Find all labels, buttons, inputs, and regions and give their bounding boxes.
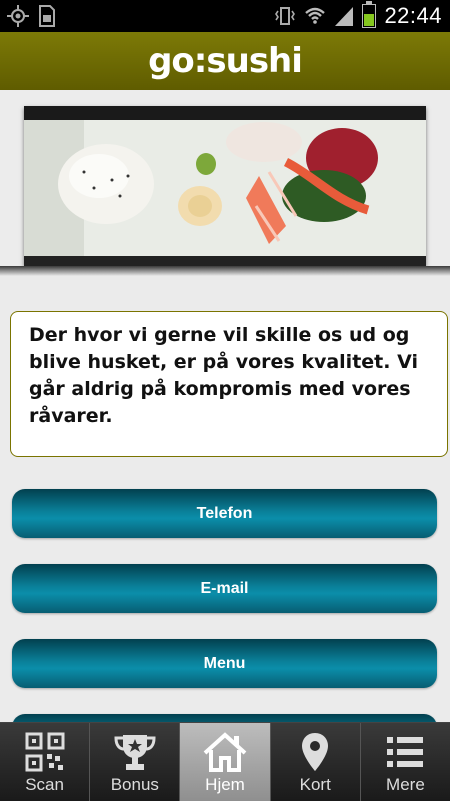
battery-icon <box>362 1 377 28</box>
hero-image <box>24 106 426 266</box>
hero-divider <box>0 266 450 276</box>
status-right: 22:44 <box>274 1 442 29</box>
status-time: 22:44 <box>384 3 442 28</box>
tab-label: Mere <box>386 775 425 794</box>
signal-icon <box>335 7 354 26</box>
tab-bar: Scan Bonus Hjem Kort Mere <box>0 722 450 801</box>
sim-icon <box>39 5 55 27</box>
menu-button[interactable]: Menu <box>12 639 437 688</box>
sushi-plate-illustration <box>24 106 426 266</box>
app-header: go:sushi <box>0 32 450 90</box>
wifi-icon <box>305 7 326 24</box>
telefon-button[interactable]: Telefon <box>12 489 437 538</box>
status-bar: 22:44 <box>0 0 450 32</box>
info-text: Der hvor vi gerne vil skille os ud og bl… <box>29 324 418 427</box>
map-pin-icon <box>299 731 331 773</box>
tab-hjem[interactable]: Hjem <box>180 723 271 801</box>
tab-scan[interactable]: Scan <box>0 723 91 801</box>
email-button[interactable]: E-mail <box>12 564 437 613</box>
vibrate-icon <box>275 7 296 25</box>
tab-label: Scan <box>25 775 64 794</box>
info-box: Der hvor vi gerne vil skille os ud og bl… <box>10 311 448 457</box>
list-icon <box>385 731 425 773</box>
trophy-icon <box>113 731 157 773</box>
gps-icon <box>7 5 29 27</box>
tab-kort[interactable]: Kort <box>270 723 361 801</box>
tab-label: Kort <box>299 775 331 794</box>
tab-label: Hjem <box>205 775 245 794</box>
tab-mere[interactable]: Mere <box>360 723 450 801</box>
tab-label: Bonus <box>110 775 159 794</box>
status-left <box>6 4 56 28</box>
qr-code-icon <box>25 731 65 773</box>
home-icon <box>202 731 248 773</box>
hero-section <box>0 90 450 272</box>
go-sushi-logo: go:sushi <box>148 41 303 81</box>
tab-bonus[interactable]: Bonus <box>90 723 181 801</box>
